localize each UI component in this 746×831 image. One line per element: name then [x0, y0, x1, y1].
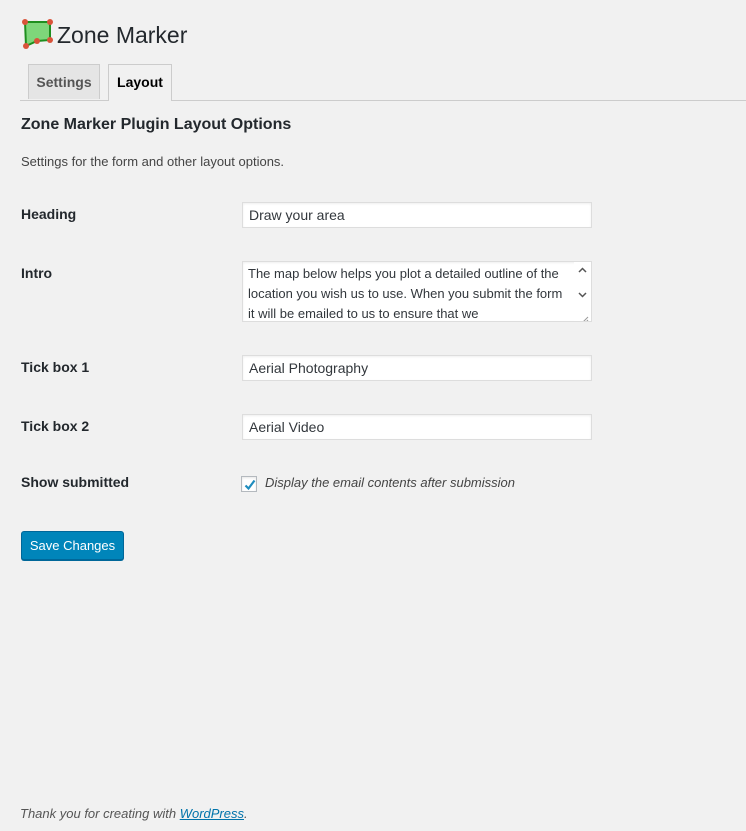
scroll-down-arrow-icon[interactable] [577, 289, 588, 300]
heading-input[interactable] [242, 202, 592, 228]
tab-settings[interactable]: Settings [28, 64, 100, 99]
zone-marker-polygon-icon [21, 19, 55, 51]
heading-label: Heading [21, 206, 77, 222]
show-submitted-checkbox-label[interactable]: Display the email contents after submiss… [265, 475, 515, 490]
intro-textarea-text: The map below helps you plot a detailed … [248, 266, 563, 321]
intro-textarea[interactable]: The map below helps you plot a detailed … [242, 261, 592, 322]
admin-footer: Thank you for creating with WordPress. [20, 806, 248, 821]
admin-page: Zone Marker Settings Layout Zone Marker … [0, 0, 746, 831]
tab-layout[interactable]: Layout [108, 64, 172, 101]
tick-box-2-label: Tick box 2 [21, 418, 90, 434]
show-submitted-checkbox[interactable] [241, 476, 257, 492]
section-title: Zone Marker Plugin Layout Options [21, 116, 292, 133]
nav-tab-wrapper: Settings Layout [20, 64, 746, 101]
page-title: Zone Marker [57, 22, 188, 48]
intro-label: Intro [21, 265, 53, 281]
save-changes-button[interactable]: Save Changes [21, 531, 124, 560]
footer-text: Thank you for creating with [20, 806, 180, 821]
scroll-up-arrow-icon[interactable] [577, 265, 588, 276]
page-header: Zone Marker [21, 19, 187, 51]
show-submitted-label: Show submitted [21, 474, 130, 490]
tick-box-2-input[interactable] [242, 414, 592, 440]
tick-box-1-input[interactable] [242, 355, 592, 381]
section-description: Settings for the form and other layout o… [21, 154, 285, 169]
wordpress-link[interactable]: WordPress [180, 806, 244, 821]
tick-box-1-label: Tick box 1 [21, 359, 90, 375]
resize-grip-icon[interactable] [581, 311, 589, 321]
footer-suffix: . [244, 806, 248, 821]
checkmark-icon [244, 479, 256, 491]
